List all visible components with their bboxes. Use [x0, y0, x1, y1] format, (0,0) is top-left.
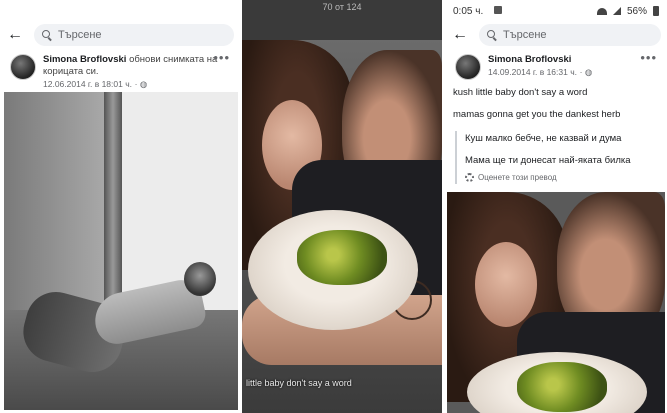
- search-icon: [487, 30, 497, 40]
- screenshot-panel-photo-viewer: 70 от 124 little baby don't say a word: [242, 0, 442, 413]
- back-arrow-icon[interactable]: ←: [451, 27, 469, 43]
- signal-icon: [612, 7, 621, 15]
- photo-person: [16, 257, 216, 379]
- status-time: 0:05 ч.: [453, 5, 484, 17]
- avatar[interactable]: [10, 54, 36, 80]
- avatar[interactable]: [455, 54, 481, 80]
- wifi-icon: [596, 7, 607, 15]
- photo-herb: [517, 362, 607, 412]
- battery-icon: [653, 6, 659, 16]
- post-header: Simona Broflovski 14.09.2014 г. в 16:31 …: [445, 48, 667, 84]
- search-input[interactable]: Търсене: [34, 24, 234, 46]
- author-name[interactable]: Simona Broflovski: [488, 54, 571, 65]
- globe-icon: · ◍: [579, 67, 593, 77]
- more-options-icon[interactable]: •••: [213, 50, 230, 65]
- rate-translation-link[interactable]: Оценете този превод: [465, 173, 659, 182]
- search-icon: [42, 30, 52, 40]
- post-timestamp[interactable]: 14.09.2014 г. в 16:31 ч.: [488, 67, 577, 77]
- facebook-notification-icon: [494, 5, 503, 14]
- translation-block: Куш малко бебче, не казвай и дума Мама щ…: [455, 131, 659, 184]
- translation-line: Куш малко бебче, не казвай и дума: [465, 133, 622, 144]
- cover-photo[interactable]: [4, 92, 238, 410]
- gear-icon: [465, 173, 474, 182]
- photo-person-head: [184, 262, 216, 296]
- post-timestamp[interactable]: 12.06.2014 г. в 18:01 ч.: [43, 79, 132, 89]
- photo-counter: 70 от 124: [242, 0, 442, 40]
- status-bar: [0, 0, 240, 22]
- search-input[interactable]: Търсене: [479, 24, 661, 46]
- post-photo[interactable]: [447, 192, 665, 413]
- translation-line: Мама ще ти донесат най-яката билка: [465, 155, 631, 166]
- photo-herb: [297, 230, 387, 285]
- post-header-text: Simona Broflovski 14.09.2014 г. в 16:31 …: [488, 54, 659, 80]
- search-placeholder: Търсене: [503, 29, 547, 41]
- more-options-icon[interactable]: •••: [640, 50, 657, 65]
- rate-translation-label: Оценете този превод: [478, 173, 557, 182]
- search-row: ← Търсене: [445, 22, 667, 48]
- post-header-text: Simona Broflovski обнови снимката на кор…: [43, 54, 232, 91]
- viewer-photo[interactable]: [242, 40, 442, 413]
- post-text: kush little baby don't say a word mamas …: [445, 87, 667, 121]
- search-placeholder: Търсене: [58, 29, 102, 41]
- battery-percent: 56%: [626, 5, 647, 17]
- globe-icon: · ◍: [134, 79, 148, 89]
- post-line: mamas gonna get you the dankest herb: [453, 109, 621, 120]
- post-header: Simona Broflovski обнови снимката на кор…: [0, 48, 240, 95]
- back-arrow-icon[interactable]: ←: [6, 27, 24, 43]
- photo-caption: little baby don't say a word: [246, 378, 352, 388]
- screenshot-panel-translated-post: 0:05 ч. 56% ← Търсене Simona Broflovski …: [445, 0, 667, 413]
- photo-woman-face: [475, 242, 537, 327]
- post-line: kush little baby don't say a word: [453, 87, 588, 98]
- author-name[interactable]: Simona Broflovski: [43, 54, 126, 65]
- search-row: ← Търсене: [0, 22, 240, 48]
- status-bar: 0:05 ч. 56%: [445, 0, 667, 22]
- screenshot-panel-cover-photo: ← Търсене Simona Broflovski обнови снимк…: [0, 0, 240, 413]
